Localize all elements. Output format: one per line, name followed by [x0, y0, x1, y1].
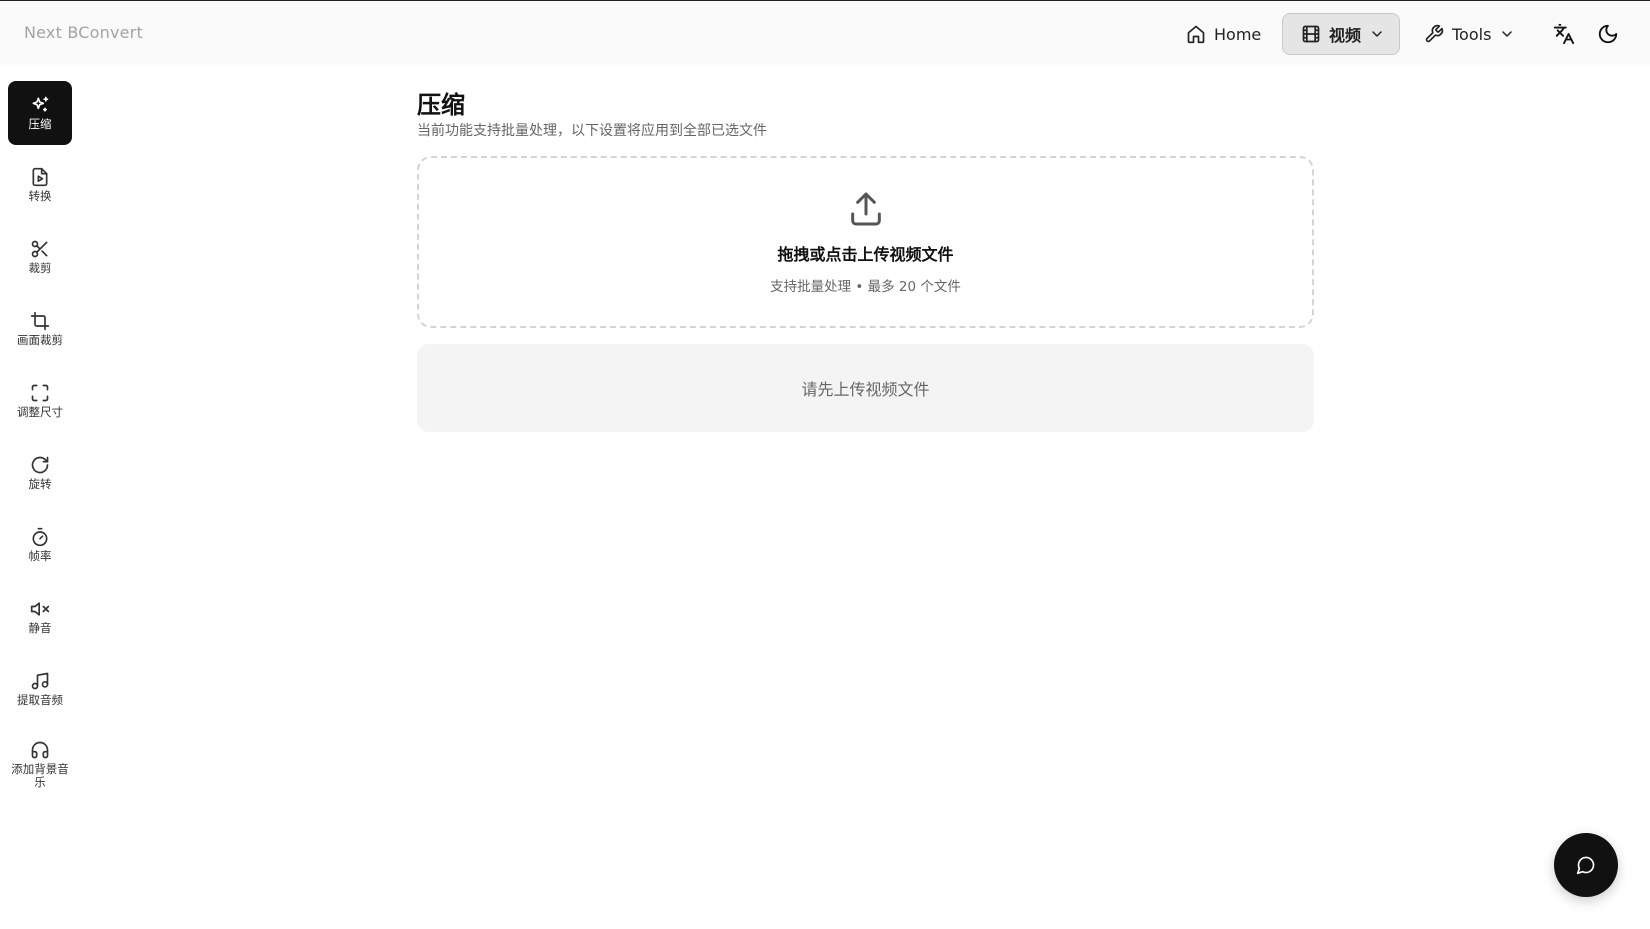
sidebar-item-rotate[interactable]: 旋转 — [8, 441, 72, 505]
chevron-down-icon — [1372, 31, 1382, 37]
sidebar-item-crop[interactable]: 画面裁剪 — [8, 297, 72, 361]
sidebar-item-mute[interactable]: 静音 — [8, 585, 72, 649]
sidebar-item-extract-audio[interactable]: 提取音频 — [8, 657, 72, 721]
sidebar-item-label: 旋转 — [28, 477, 52, 491]
music-icon — [31, 672, 49, 690]
expand-icon — [31, 384, 49, 402]
chat-button[interactable] — [1554, 833, 1618, 897]
sidebar-item-label: 调整尺寸 — [17, 405, 63, 419]
sidebar-item-resize[interactable]: 调整尺寸 — [8, 369, 72, 433]
sidebar-item-framerate[interactable]: 帧率 — [8, 513, 72, 577]
page-title: 压缩 — [417, 91, 465, 119]
headphones-icon — [31, 741, 49, 758]
sparkles-icon — [32, 96, 49, 112]
crop-icon — [30, 311, 50, 331]
scissors-icon — [31, 240, 48, 258]
nav-home-label: Home — [1214, 24, 1262, 44]
file-video-icon — [32, 167, 48, 187]
film-icon — [1302, 25, 1320, 43]
nav-home-link[interactable]: Home — [1186, 13, 1261, 55]
translate-icon — [1553, 23, 1575, 45]
sidebar-item-label: 压缩 — [28, 117, 52, 131]
upload-icon — [850, 192, 881, 226]
page-subtitle: 当前功能支持批量处理，以下设置将应用到全部已选文件 — [417, 123, 767, 139]
sidebar-item-label: 静音 — [28, 621, 52, 635]
nav-tools-label: Tools — [1452, 24, 1492, 44]
sidebar-item-label: 转换 — [28, 189, 52, 203]
nav-video-label: 视频 — [1329, 26, 1362, 45]
home-icon — [1187, 25, 1205, 44]
upload-dropzone[interactable]: 拖拽或点击上传视频文件 支持批量处理 • 最多 20 个文件 — [417, 156, 1314, 328]
sidebar-item-label: 添加背景音乐 — [11, 761, 69, 789]
rotate-icon — [31, 456, 49, 474]
nav-video-dropdown[interactable]: 视频 — [1282, 13, 1400, 55]
moon-icon — [1598, 24, 1618, 44]
volume-mute-icon — [30, 602, 50, 616]
sidebar-item-add-bgm[interactable]: 添加背景音乐 — [8, 729, 72, 799]
timer-icon — [32, 527, 48, 547]
sidebar-item-convert[interactable]: 转换 — [8, 153, 72, 217]
wrench-icon — [1425, 24, 1444, 43]
sidebar-item-label: 裁剪 — [28, 261, 52, 275]
chat-bubble-icon — [1576, 856, 1595, 875]
sidebar-item-label: 提取音频 — [17, 693, 63, 707]
language-toggle-button[interactable] — [1546, 13, 1582, 55]
main-content: 压缩 当前功能支持批量处理，以下设置将应用到全部已选文件 拖拽或点击上传视频文件… — [417, 88, 1314, 432]
top-bar: Next BConvert Home 视频 Tools — [0, 0, 1650, 65]
dropzone-hint: 支持批量处理 • 最多 20 个文件 — [770, 279, 961, 295]
dropzone-title: 拖拽或点击上传视频文件 — [777, 245, 954, 264]
theme-toggle-button[interactable] — [1590, 13, 1626, 55]
settings-placeholder: 请先上传视频文件 — [417, 344, 1314, 432]
chevron-down-icon — [1502, 31, 1513, 37]
sidebar-item-label: 帧率 — [28, 549, 52, 563]
sidebar-item-trim[interactable]: 裁剪 — [8, 225, 72, 289]
sidebar-item-compress[interactable]: 压缩 — [8, 81, 72, 145]
nav-tools-dropdown[interactable]: Tools — [1424, 13, 1515, 55]
brand-name[interactable]: Next BConvert — [24, 23, 143, 42]
sidebar-item-label: 画面裁剪 — [17, 333, 63, 347]
